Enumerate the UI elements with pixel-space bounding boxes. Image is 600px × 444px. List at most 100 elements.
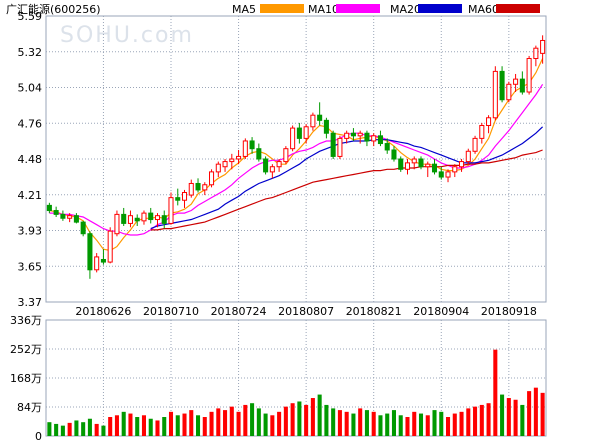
candle-up [215, 163, 221, 173]
candle-down [350, 132, 356, 137]
volume-bar [135, 417, 140, 436]
candle-up [411, 158, 417, 164]
date-x-tick-label: 20180710 [143, 305, 199, 318]
volume-bar [202, 417, 207, 436]
candle-down [263, 158, 269, 173]
volume-bar [540, 392, 545, 436]
candle-up [114, 213, 120, 235]
legend-label-ma60: MA60 [468, 3, 499, 16]
candle-down [175, 197, 181, 201]
volume-y-tick-label: 336万 [10, 314, 42, 327]
candle-up [107, 230, 113, 263]
candle-down [384, 143, 390, 151]
volume-bar [243, 404, 248, 436]
candle-down [53, 210, 59, 215]
candle-down [499, 70, 505, 101]
candle-down [195, 182, 201, 191]
volume-bar [351, 413, 356, 436]
price-y-tick-label: 5.04 [18, 82, 43, 95]
volume-bar [378, 415, 383, 436]
volume-bar [114, 415, 119, 436]
candle-down [391, 149, 397, 160]
price-y-tick-label: 3.37 [18, 296, 43, 309]
candle-up [222, 161, 228, 168]
volume-bar [290, 403, 295, 436]
date-x-tick-label: 20180904 [413, 305, 469, 318]
candle-up [154, 215, 161, 221]
candle-up [181, 191, 188, 201]
volume-bar [256, 408, 261, 436]
candle-up [202, 184, 208, 191]
candle-up [188, 182, 194, 196]
price-y-tick-label: 5.59 [18, 10, 43, 23]
volume-bar [310, 398, 315, 436]
candle-up [540, 39, 546, 54]
candle-down [418, 158, 424, 168]
candle-up [276, 161, 282, 168]
volume-bar [263, 413, 268, 436]
volume-bar [459, 411, 464, 436]
volume-bar [432, 410, 437, 436]
volume-y-tick-label: 168万 [10, 372, 42, 385]
candle-down [431, 163, 438, 173]
candle-up [168, 197, 174, 224]
watermark: SOHU.com [60, 23, 194, 48]
volume-bar [479, 404, 484, 436]
legend-label-ma5: MA5 [232, 3, 256, 16]
volume-bar [277, 411, 282, 436]
volume-bar [466, 408, 471, 436]
volume-bar [94, 423, 99, 436]
price-y-tick-label: 3.93 [18, 225, 43, 238]
candle-up [310, 114, 316, 128]
volume-bar [446, 417, 451, 436]
candle-down [398, 158, 404, 170]
volume-bar [371, 411, 376, 436]
chart-root: 广汇能源(600256) SOHU.com MA5 MA10 MA20 MA60 5.… [0, 0, 600, 443]
volume-bar [533, 387, 538, 436]
volume-bar [473, 406, 478, 436]
candle-down [438, 171, 444, 178]
candle-up [479, 125, 485, 139]
legend-label-ma10: MA10 [308, 3, 339, 16]
candle-up [357, 132, 363, 137]
volume-bar [223, 410, 228, 436]
candle-down [87, 233, 93, 271]
volume-bar [486, 403, 491, 436]
candle-up [67, 215, 73, 219]
candle-up [283, 148, 289, 163]
volume-bar [344, 411, 349, 436]
volume-bar [385, 413, 390, 436]
volume-bar [189, 410, 194, 436]
candle-up [486, 117, 492, 127]
legend-swatch-ma10 [336, 4, 380, 13]
volume-bar [405, 417, 410, 436]
price-y-tick-label: 5.32 [18, 46, 43, 59]
candle-up [533, 47, 539, 60]
candle-up [94, 256, 100, 271]
volume-bar [506, 398, 511, 436]
volume-bar [229, 406, 234, 436]
candle-down [161, 215, 167, 224]
volume-bar [418, 413, 424, 436]
price-y-tick-label: 4.48 [18, 153, 43, 166]
candle-up [229, 158, 235, 163]
volume-bar [250, 403, 255, 436]
date-x-axis: 20180626 20180710 20180724 20180807 20180821… [75, 305, 536, 318]
price-y-tick-label: 3.65 [18, 260, 43, 273]
candle-up [209, 171, 215, 186]
candle-up [290, 127, 296, 150]
candle-down [148, 212, 154, 221]
date-x-tick-label: 20180918 [481, 305, 537, 318]
candle-up [242, 140, 248, 157]
candle-up [371, 135, 377, 142]
candle-up [452, 166, 458, 173]
volume-bar [527, 391, 532, 436]
candle-down [364, 132, 370, 142]
candle-down [519, 78, 525, 93]
volume-bar [236, 411, 241, 436]
volume-bar [87, 418, 92, 436]
date-x-tick-label: 20180807 [278, 305, 334, 318]
candle-up [344, 132, 350, 139]
volume-bar [54, 423, 59, 436]
candle-up [337, 137, 343, 157]
